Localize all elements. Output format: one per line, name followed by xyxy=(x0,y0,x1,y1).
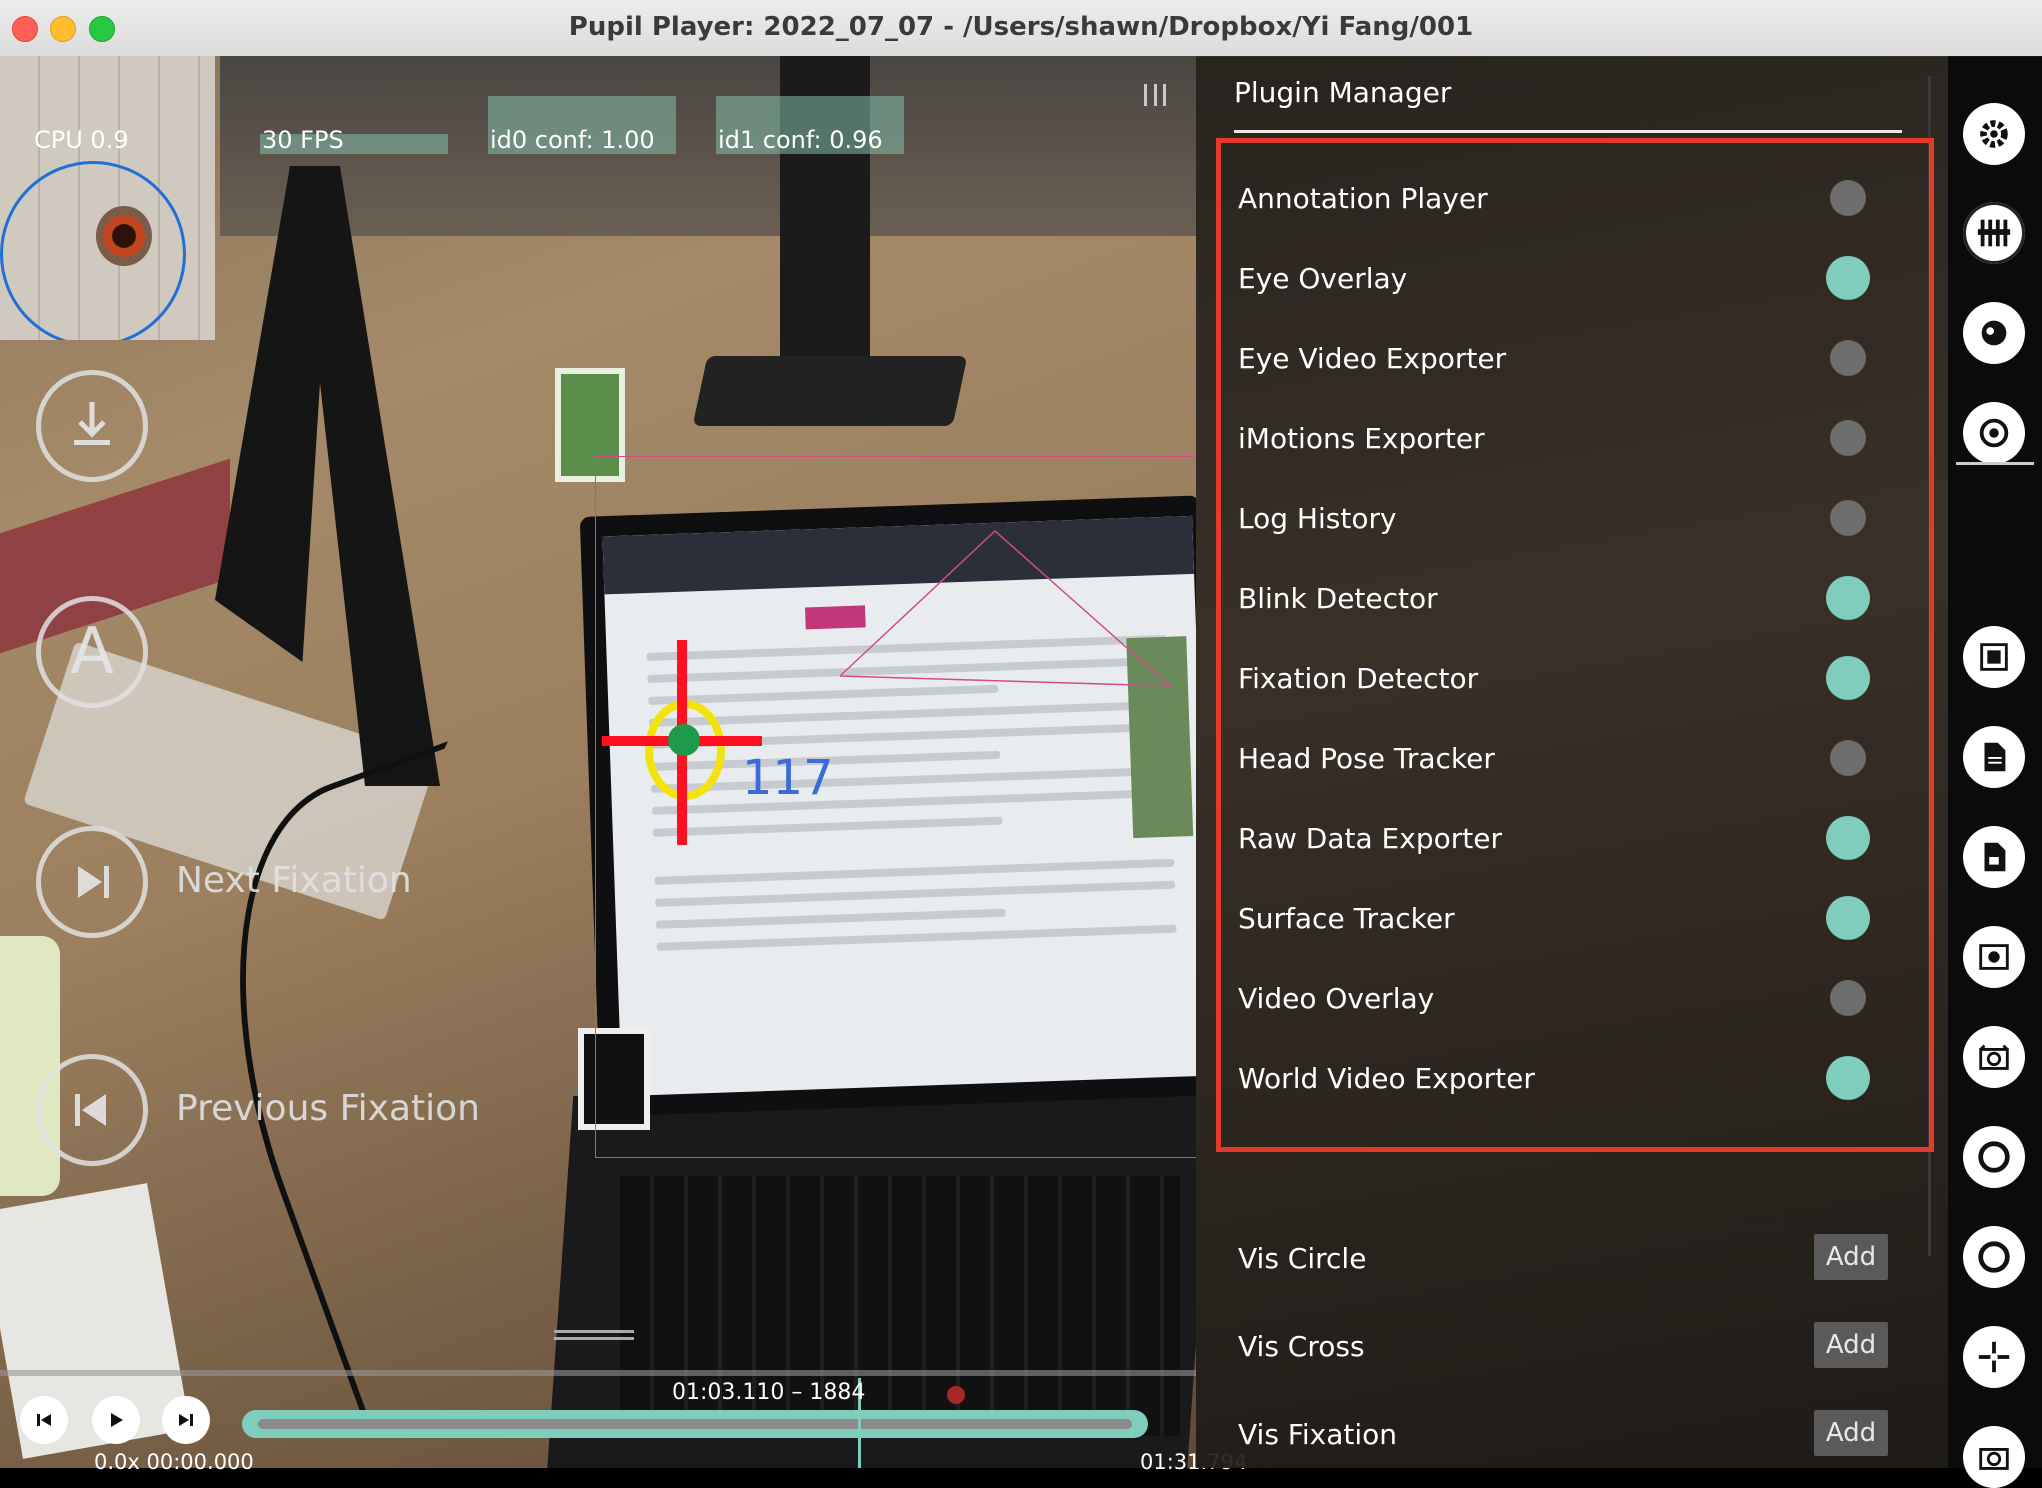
eye-video-icon[interactable] xyxy=(1963,926,2025,988)
vis-plugin-row: Vis Fixation Add xyxy=(1238,1406,1908,1466)
plugin-row[interactable]: Log History xyxy=(1238,490,1908,550)
next-frame-button[interactable] xyxy=(162,1396,210,1444)
seek-bar-track xyxy=(258,1419,1132,1429)
plugin-toggle[interactable] xyxy=(1830,740,1866,776)
pupil-icon[interactable] xyxy=(1963,402,2025,464)
timeline-strip xyxy=(0,1370,1196,1376)
plugin-label: Fixation Detector xyxy=(1238,662,1479,695)
plugin-row[interactable]: iMotions Exporter xyxy=(1238,410,1908,470)
previous-fixation-label: Previous Fixation xyxy=(176,1088,480,1129)
plugin-toggle[interactable] xyxy=(1826,256,1870,300)
annotation-letter: A xyxy=(70,615,114,689)
vis-plugin-label: Vis Cross xyxy=(1238,1330,1365,1363)
window-title: Pupil Player: 2022_07_07 - /Users/shawn/… xyxy=(568,12,1474,42)
plugin-row[interactable]: World Video Exporter xyxy=(1238,1050,1908,1110)
plugin-manager-icon[interactable] xyxy=(1963,202,2025,264)
export-icon[interactable] xyxy=(1963,826,2025,888)
plugin-label: iMotions Exporter xyxy=(1238,422,1485,455)
plugin-label: World Video Exporter xyxy=(1238,1062,1535,1095)
circle-icon[interactable] xyxy=(1963,1126,2025,1188)
plugin-toggle[interactable] xyxy=(1826,576,1870,620)
download-button[interactable] xyxy=(36,370,148,482)
crosshair-icon[interactable] xyxy=(1963,1326,2025,1388)
id1-conf-stat: id1 conf: 0.96 xyxy=(718,126,883,154)
play-button[interactable] xyxy=(92,1396,140,1444)
plugin-toggle[interactable] xyxy=(1826,656,1870,700)
vis-plugin-label: Vis Circle xyxy=(1238,1242,1367,1275)
skip-previous-icon xyxy=(75,1094,106,1126)
plugin-row[interactable]: Eye Video Exporter xyxy=(1238,330,1908,390)
eye-icon[interactable] xyxy=(1963,302,2025,364)
play-icon xyxy=(111,1413,123,1427)
camera-icon[interactable] xyxy=(1963,1426,2025,1488)
vis-plugin-label: Vis Fixation xyxy=(1238,1418,1398,1451)
cpu-stat: CPU 0.9 xyxy=(34,126,129,154)
add-plugin-button[interactable]: Add xyxy=(1814,1234,1888,1280)
file-icon[interactable] xyxy=(1963,726,2025,788)
annotation-button[interactable]: A xyxy=(36,596,148,708)
vis-plugin-row: Vis Cross Add xyxy=(1238,1318,1908,1378)
pupil-ellipse xyxy=(0,161,186,340)
eye-overlay-window[interactable] xyxy=(0,56,215,340)
plugin-row[interactable]: Surface Tracker xyxy=(1238,890,1908,950)
skip-forward-icon xyxy=(179,1414,193,1426)
menu-toggle-icon[interactable] xyxy=(1144,84,1166,106)
plugin-label: Raw Data Exporter xyxy=(1238,822,1502,855)
previous-fixation-button[interactable] xyxy=(36,1054,148,1166)
plugin-toggle[interactable] xyxy=(1826,1056,1870,1100)
event-marker xyxy=(947,1386,965,1404)
current-time: 01:03.110 – 1884 xyxy=(672,1380,866,1405)
plugin-toggle[interactable] xyxy=(1830,180,1866,216)
next-fixation-button[interactable] xyxy=(36,826,148,938)
fps-stat: 30 FPS xyxy=(262,126,344,154)
plugin-label: Video Overlay xyxy=(1238,982,1435,1015)
skip-back-icon xyxy=(37,1414,51,1426)
gear-icon[interactable] xyxy=(1963,103,2025,165)
next-fixation-label: Next Fixation xyxy=(176,860,412,901)
plugin-label: Annotation Player xyxy=(1238,182,1488,215)
plugin-icon-bar xyxy=(1948,56,2042,1488)
plugin-label: Surface Tracker xyxy=(1238,902,1455,935)
skip-next-icon xyxy=(78,866,109,898)
add-plugin-button[interactable]: Add xyxy=(1814,1410,1888,1456)
panel-title: Plugin Manager xyxy=(1234,76,1452,109)
plugin-row[interactable]: Video Overlay xyxy=(1238,970,1908,1030)
id0-conf-stat: id0 conf: 1.00 xyxy=(490,126,655,154)
plugin-toggle[interactable] xyxy=(1830,340,1866,376)
plugin-toggle[interactable] xyxy=(1826,816,1870,860)
camera-icon[interactable] xyxy=(1963,1026,2025,1088)
fixation-id-label: 117 xyxy=(742,750,834,806)
plugin-row[interactable]: Blink Detector xyxy=(1238,570,1908,630)
download-icon xyxy=(74,402,110,445)
title-bar: Pupil Player: 2022_07_07 - /Users/shawn/… xyxy=(0,0,2042,57)
plugin-row[interactable]: Raw Data Exporter xyxy=(1238,810,1908,870)
plugin-toggle[interactable] xyxy=(1830,420,1866,456)
playback-start-time: 0.0x 00:00.000 xyxy=(94,1450,254,1474)
circle-icon[interactable] xyxy=(1963,1226,2025,1288)
plugin-row[interactable]: Fixation Detector xyxy=(1238,650,1908,710)
timeline-drag-handle[interactable] xyxy=(554,1330,634,1333)
gaze-point xyxy=(668,724,700,756)
plugin-toggle[interactable] xyxy=(1830,500,1866,536)
surface-direction-triangle xyxy=(839,529,1173,687)
add-plugin-button[interactable]: Add xyxy=(1814,1322,1888,1368)
surface-icon[interactable] xyxy=(1963,626,2025,688)
plugin-label: Head Pose Tracker xyxy=(1238,742,1495,775)
plugin-row[interactable]: Annotation Player xyxy=(1238,170,1908,230)
plugin-toggle[interactable] xyxy=(1830,980,1866,1016)
plugin-toggle[interactable] xyxy=(1826,896,1870,940)
plugin-label: Eye Video Exporter xyxy=(1238,342,1507,375)
plugin-row[interactable]: Eye Overlay xyxy=(1238,250,1908,310)
plugin-manager-panel: Plugin Manager Annotation Player Eye Over… xyxy=(1196,56,1948,1468)
vis-plugin-row: Vis Circle Add xyxy=(1238,1230,1908,1290)
plugin-label: Log History xyxy=(1238,502,1397,535)
plugin-label: Blink Detector xyxy=(1238,582,1438,615)
prev-frame-button[interactable] xyxy=(20,1396,68,1444)
plugin-row[interactable]: Head Pose Tracker xyxy=(1238,730,1908,790)
pupil-icon xyxy=(96,206,152,266)
plugin-label: Eye Overlay xyxy=(1238,262,1408,295)
